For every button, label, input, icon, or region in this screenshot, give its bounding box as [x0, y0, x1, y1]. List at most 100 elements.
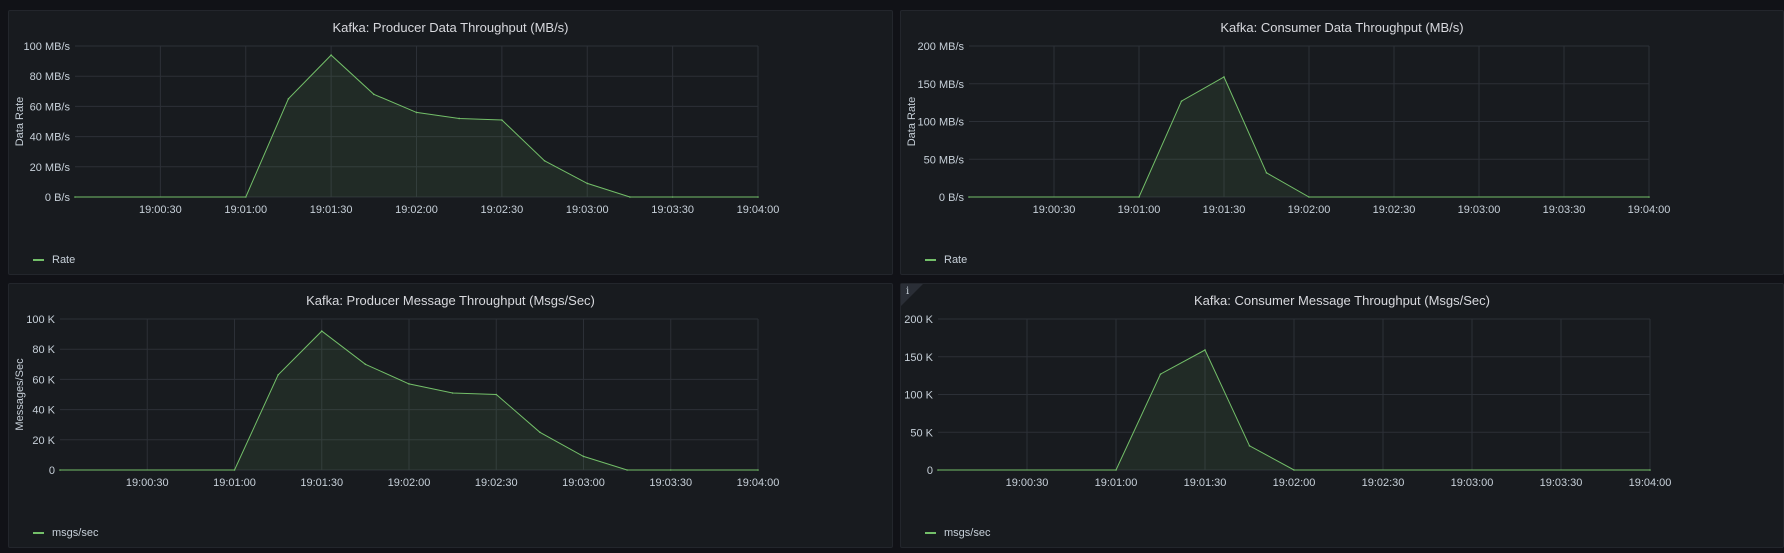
- x-tick-label: 19:02:30: [1373, 204, 1416, 216]
- legend-swatch: [33, 532, 44, 534]
- data-point: [1293, 469, 1295, 471]
- y-tick-label: 200 K: [904, 314, 933, 326]
- data-point: [320, 330, 323, 332]
- x-tick-label: 19:01:00: [213, 477, 256, 489]
- chart-producer-msgs: 0 20 K 40 K 60 K 80 K 100 K 19:00:30 19:01:00 19…: [14, 314, 780, 489]
- x-tick-label: 19:03:30: [649, 477, 692, 489]
- data-point: [458, 117, 460, 120]
- y-axis-label: Messages/Sec: [14, 358, 26, 431]
- data-point: [1159, 373, 1162, 375]
- data-point: [415, 111, 418, 114]
- x-tick-label: 19:04:00: [737, 204, 780, 216]
- data-point: [1248, 445, 1251, 447]
- panel-consumer-data: Kafka: Consumer Data Throughput (MB/s) 0…: [900, 10, 1784, 275]
- data-point: [1180, 100, 1183, 102]
- y-tick-label: 40 MB/s: [30, 132, 71, 144]
- data-point: [1223, 76, 1225, 78]
- data-point: [629, 196, 631, 198]
- x-tick-label: 19:02:30: [480, 204, 523, 216]
- legend-swatch: [925, 532, 936, 534]
- legend[interactable]: Rate: [925, 254, 967, 266]
- x-tick-label: 19:01:00: [1095, 477, 1138, 489]
- legend-swatch: [925, 259, 936, 261]
- y-tick-label: 80 MB/s: [30, 71, 71, 83]
- data-point: [543, 159, 546, 162]
- data-point: [74, 196, 76, 198]
- chart-consumer-data: 0 B/s 50 MB/s 100 MB/s 150 MB/s 200 MB/s 19:0…: [906, 41, 1671, 216]
- y-tick-label: 100 K: [904, 390, 933, 402]
- data-point: [1308, 196, 1310, 198]
- data-point: [539, 431, 541, 434]
- data-point: [669, 469, 672, 471]
- data-point: [1649, 469, 1651, 471]
- x-tick-label: 19:01:30: [1203, 204, 1246, 216]
- data-point: [277, 374, 279, 376]
- y-tick-label: 20 K: [32, 435, 55, 447]
- x-tick-label: 19:00:30: [126, 477, 169, 489]
- x-tick-label: 19:01:30: [1184, 477, 1227, 489]
- x-tick-label: 19:02:00: [1273, 477, 1316, 489]
- data-point: [671, 196, 674, 198]
- y-axis-label: Data Rate: [14, 97, 26, 147]
- data-point: [1138, 196, 1140, 198]
- legend-label: msgs/sec: [52, 527, 99, 539]
- chart-producer-data: 0 B/s 20 MB/s 40 MB/s 60 MB/s 80 MB/s 100 MB/…: [14, 41, 780, 216]
- chart-consumer-msgs: 0 50 K 100 K 150 K 200 K 19:00:30 19:01:00 19:0…: [904, 314, 1672, 489]
- y-tick-label: 0 B/s: [45, 192, 71, 204]
- data-point: [501, 119, 503, 121]
- x-tick-label: 19:03:00: [566, 204, 609, 216]
- x-tick-label: 19:03:30: [1540, 477, 1583, 489]
- x-tick-label: 19:04:00: [1628, 204, 1671, 216]
- x-tick-label: 19:00:30: [1033, 204, 1076, 216]
- legend-label: Rate: [52, 254, 76, 266]
- y-tick-label: 200 MB/s: [918, 41, 965, 53]
- y-tick-label: 80 K: [32, 344, 55, 356]
- data-point: [626, 469, 628, 471]
- panel-producer-data: Kafka: Producer Data Throughput (MB/s) 0…: [8, 10, 893, 275]
- x-tick-label: 19:02:30: [1362, 477, 1405, 489]
- legend[interactable]: msgs/sec: [33, 527, 98, 539]
- legend-label: Rate: [944, 254, 968, 266]
- y-tick-label: 150 MB/s: [918, 79, 965, 91]
- y-tick-label: 100 MB/s: [24, 41, 71, 53]
- y-tick-label: 100 MB/s: [918, 117, 965, 129]
- y-axis-label: Data Rate: [906, 97, 918, 147]
- x-tick-label: 19:03:00: [1451, 477, 1494, 489]
- data-point: [586, 182, 589, 185]
- y-tick-label: 0 B/s: [939, 192, 965, 204]
- x-tick-label: 19:02:00: [388, 477, 431, 489]
- data-point: [451, 392, 454, 394]
- data-point: [937, 469, 939, 471]
- legend[interactable]: Rate: [33, 254, 75, 266]
- data-point: [1115, 469, 1117, 471]
- x-tick-label: 19:00:30: [1006, 477, 1049, 489]
- legend-swatch: [33, 259, 44, 261]
- y-tick-label: 150 K: [904, 352, 933, 364]
- data-point: [408, 383, 410, 385]
- x-tick-label: 19:04:00: [1629, 477, 1672, 489]
- x-tick-label: 19:01:30: [310, 204, 353, 216]
- y-tick-label: 60 K: [32, 374, 55, 386]
- y-tick-label: 50 K: [910, 427, 933, 439]
- data-point: [373, 93, 375, 96]
- data-point: [233, 469, 236, 471]
- data-point: [330, 54, 332, 56]
- y-tick-label: 0: [49, 465, 55, 477]
- y-tick-label: 60 MB/s: [30, 101, 71, 113]
- legend[interactable]: msgs/sec: [925, 527, 990, 539]
- y-tick-label: 50 MB/s: [924, 154, 965, 166]
- data-point: [287, 98, 290, 100]
- data-point: [1204, 349, 1206, 351]
- data-point: [1648, 196, 1650, 198]
- data-point: [757, 469, 759, 471]
- x-tick-label: 19:03:00: [1458, 204, 1501, 216]
- data-point: [582, 455, 585, 458]
- x-tick-label: 19:04:00: [737, 477, 780, 489]
- data-point: [364, 363, 367, 366]
- data-point: [1265, 172, 1268, 174]
- x-tick-label: 19:02:30: [475, 477, 518, 489]
- y-tick-label: 20 MB/s: [30, 162, 71, 174]
- y-tick-label: 100 K: [26, 314, 55, 326]
- panel-producer-msgs: Kafka: Producer Message Throughput (Msgs…: [8, 283, 893, 548]
- x-tick-label: 19:01:00: [1118, 204, 1161, 216]
